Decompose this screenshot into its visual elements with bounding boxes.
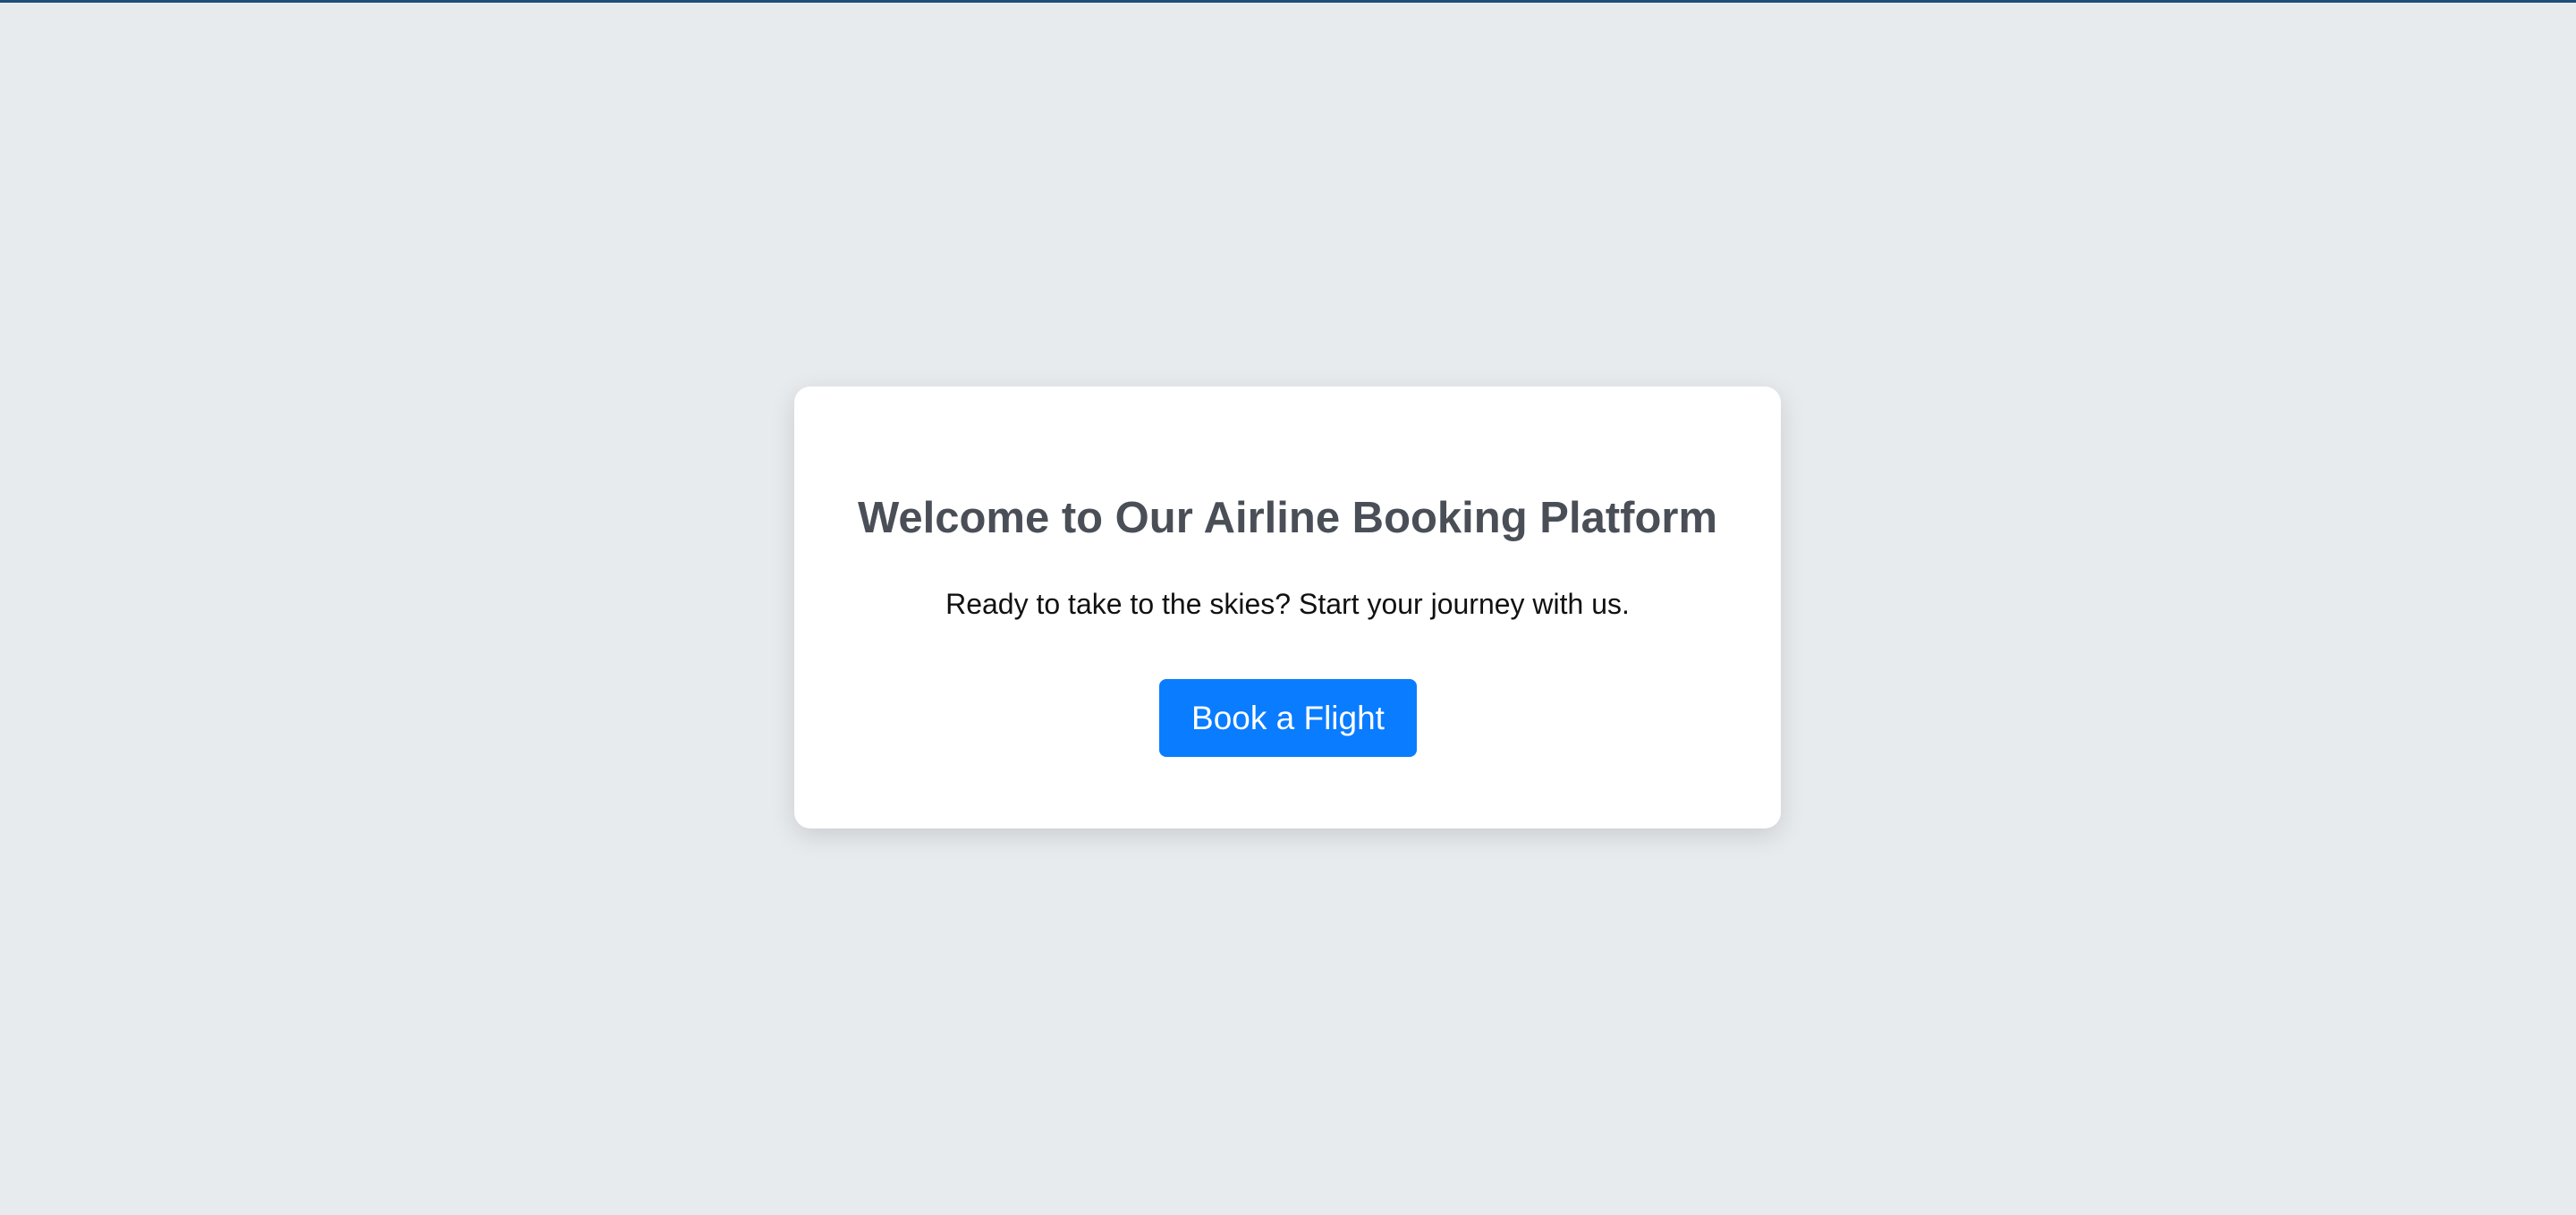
page-title: Welcome to Our Airline Booking Platform [857, 494, 1718, 542]
top-edge-bar [0, 0, 2576, 3]
welcome-card: Welcome to Our Airline Booking Platform … [794, 387, 1781, 828]
book-flight-button[interactable]: Book a Flight [1159, 679, 1417, 757]
welcome-message: Ready to take to the skies? Start your j… [945, 588, 1630, 620]
